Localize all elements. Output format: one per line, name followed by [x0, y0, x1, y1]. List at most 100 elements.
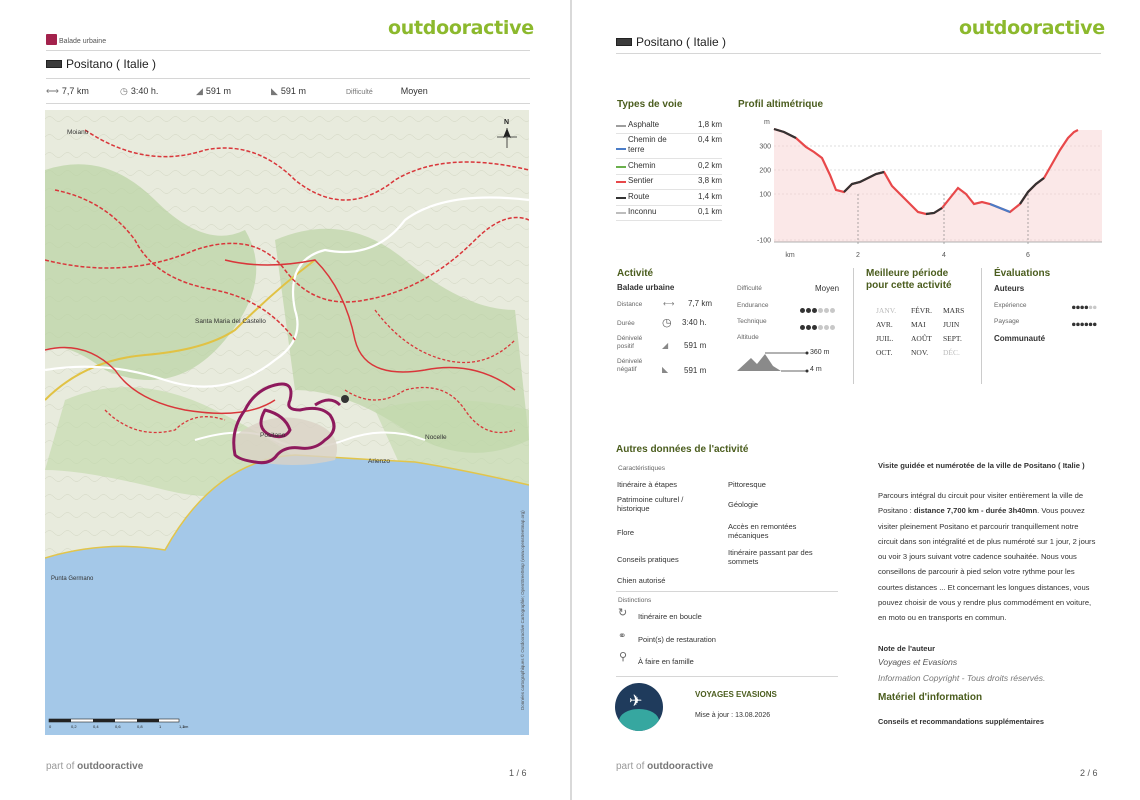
- characteristics-label: Caractéristiques: [618, 465, 665, 472]
- rating-dot: [800, 325, 805, 330]
- rating-dot: [1088, 305, 1093, 310]
- waytype-swatch: [616, 181, 626, 183]
- flag-icon: [46, 60, 62, 68]
- rating-dot: [1072, 305, 1076, 310]
- material-title: Matériel d'information: [878, 692, 983, 703]
- profile-x-tick: 6: [1026, 252, 1030, 259]
- page-number: 2 / 6: [1080, 768, 1098, 778]
- scale-label: 0,6: [115, 724, 121, 729]
- place-arienzo: Arienzo: [368, 458, 390, 465]
- page-number: 1 / 6: [509, 768, 527, 778]
- elevation-profile: m 300 200 100 -100 km 2 4 6: [738, 112, 1102, 262]
- characteristic-item: Accès en remontées mécaniques: [728, 522, 797, 540]
- airplane-icon: ✈: [629, 693, 643, 710]
- rating-dot: [1093, 305, 1097, 310]
- waytype-swatch: [616, 148, 626, 150]
- scale-label: km: [183, 724, 189, 729]
- distinction-restaurant: Point(s) de restauration: [638, 635, 716, 644]
- family-icon: ⚲: [619, 651, 628, 663]
- stat-difficulty: Moyen: [400, 86, 428, 96]
- rating-dot: [824, 308, 829, 313]
- experience-label: Expérience: [994, 302, 1027, 309]
- info-copyright: Information Copyright - Tous droits rése…: [878, 673, 1046, 683]
- restaurant-icon: ⚭: [618, 631, 627, 642]
- activity-difficulty: Moyen: [815, 284, 840, 293]
- rating-dot: [818, 325, 823, 330]
- activity-descent: 591 m: [684, 366, 707, 375]
- rating-dot: [1088, 322, 1093, 327]
- stat-duration: 3:40 h.: [130, 86, 159, 96]
- month-juin: JUIN: [943, 320, 960, 329]
- activity-type: Balade urbaine: [617, 283, 675, 292]
- header-divider: [46, 50, 530, 51]
- author-updated: Mise à jour : 13.08.2026: [695, 712, 771, 719]
- profile-x-tick: 2: [856, 252, 860, 259]
- rating-dot: [830, 325, 835, 330]
- page-title: Positano ( Italie ): [66, 57, 157, 71]
- waytypes-title: Types de voie: [617, 99, 683, 110]
- waytype-value: 1,8 km: [697, 120, 722, 129]
- page-title: Positano ( Italie ): [636, 35, 727, 49]
- characteristic-item: Patrimoine culturel / historique: [617, 495, 684, 513]
- place-positano: Positano: [260, 432, 286, 439]
- scale-label: 0,8: [137, 724, 143, 729]
- activity-duration: 3:40 h.: [682, 318, 707, 327]
- activity-distance: 7,7 km: [688, 299, 713, 308]
- svg-text:N: N: [504, 119, 509, 126]
- waytype-name: Inconnu: [628, 207, 657, 216]
- ascent-icon: ◢: [662, 341, 669, 350]
- flag-icon: [616, 38, 632, 46]
- altitude-min: 4 m: [810, 366, 822, 373]
- rating-dot: [1076, 322, 1080, 327]
- rating-dot: [1080, 305, 1084, 310]
- start-marker[interactable]: [341, 395, 349, 403]
- activity-title: Activité: [617, 268, 654, 279]
- author-avatar: ✈: [615, 683, 663, 731]
- month-juil: JUIL.: [876, 334, 894, 343]
- stat-ascent: 591 m: [205, 86, 231, 96]
- distinctions-label: Distinctions: [618, 597, 652, 604]
- description-body: Parcours intégral du circuit pour visite…: [878, 491, 1096, 623]
- characteristic-item: Flore: [617, 528, 635, 537]
- difficulty-label: Difficulté: [737, 285, 762, 292]
- ascent-icon: ◢: [196, 86, 203, 96]
- scale-bar: [48, 718, 180, 723]
- characteristic-item: Itinéraire passant par des sommets: [728, 548, 813, 566]
- profile-y-unit: m: [764, 119, 770, 126]
- divider: [853, 268, 854, 384]
- season-title: Meilleure période pour cette activité: [866, 268, 952, 291]
- waytype-name: Asphalte: [628, 120, 660, 129]
- divider: [981, 268, 982, 384]
- waytype-name: Route: [628, 192, 650, 201]
- waytype-value: 0,2 km: [697, 161, 722, 170]
- month-mai: MAI: [911, 320, 926, 329]
- distance-icon: ⟷: [663, 299, 675, 308]
- clock-icon: ◷: [120, 86, 128, 96]
- month-nov: NOV.: [911, 348, 929, 357]
- route-map[interactable]: Moiano Santa Maria del Castello Positano…: [45, 110, 529, 735]
- rating-dot: [812, 325, 817, 330]
- place-nocelle: Nocelle: [425, 434, 447, 441]
- profile-y-tick: 300: [759, 144, 771, 151]
- characteristic-item: Pittoresque: [728, 480, 766, 489]
- waytype-swatch: [616, 197, 626, 199]
- rating-dot: [1084, 322, 1089, 327]
- rating-dot: [806, 325, 811, 330]
- waytype-row: Route 1,4 km: [616, 192, 722, 206]
- rating-dot: [1093, 322, 1097, 327]
- month-déc: DÉC.: [943, 348, 960, 357]
- rating-dot: [1076, 305, 1080, 310]
- characteristic-item: Conseils pratiques: [617, 555, 679, 564]
- technique-rating: [800, 317, 836, 335]
- endurance-label: Endurance: [737, 302, 769, 309]
- profile-y-tick: -100: [757, 238, 771, 245]
- waytype-swatch: [616, 166, 626, 168]
- waytype-row: Sentier 3,8 km: [616, 176, 722, 190]
- authors-label: Auteurs: [994, 284, 1025, 293]
- profile-x-unit: km: [785, 252, 795, 259]
- altitude-label: Altitude: [737, 334, 759, 341]
- scale-label: 0,4: [93, 724, 99, 729]
- place-punta-germano: Punta Germano: [51, 576, 94, 582]
- technique-label: Technique: [737, 318, 767, 325]
- endurance-rating: [800, 300, 836, 318]
